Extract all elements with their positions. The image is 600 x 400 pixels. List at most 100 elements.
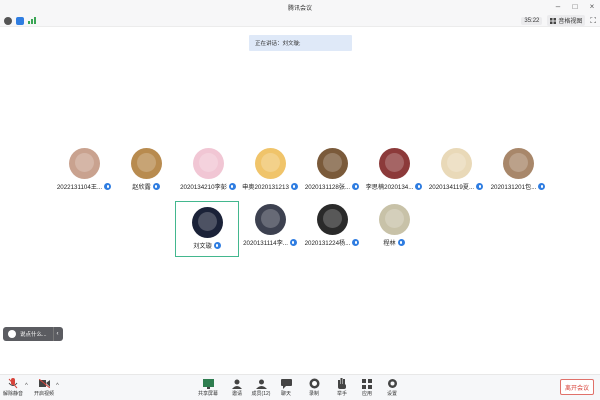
participant-tile[interactable]: 刘文璇 xyxy=(175,201,239,257)
signal-icon[interactable] xyxy=(28,16,36,26)
mic-icon xyxy=(228,183,236,190)
maximize-icon[interactable]: □ xyxy=(571,1,579,13)
start-video-button[interactable]: 开启视频 xyxy=(31,378,57,397)
participant-name: 2020134210李彭 xyxy=(180,184,227,191)
avatar xyxy=(191,207,223,238)
invite-button[interactable]: 邀请 xyxy=(224,378,250,397)
participant-name: 刘文璇 xyxy=(193,243,212,250)
members-icon xyxy=(255,378,267,389)
close-icon[interactable]: × xyxy=(588,1,596,13)
avatar xyxy=(68,148,100,179)
share-screen-icon xyxy=(202,378,214,389)
collapse-chevron-icon[interactable]: ‹ xyxy=(53,327,61,341)
info-icon[interactable] xyxy=(4,17,12,25)
participant-name-row: 2020131224杨... xyxy=(305,238,360,247)
audio-options-chevron-icon[interactable]: ^ xyxy=(25,383,28,389)
avatar xyxy=(378,148,410,179)
gear-icon xyxy=(387,378,398,389)
participant-name-row: 2020131201包... xyxy=(491,182,546,191)
participant-name-row: 李思楠2020134... xyxy=(366,182,423,191)
bottom-toolbar: 解除静音 ^ 开启视频 ^ 共享屏幕 邀请 成员(12) 聊天 录制 举手 应用… xyxy=(0,374,600,400)
participant-tile[interactable]: 李思楠2020134... xyxy=(362,146,426,202)
record-icon xyxy=(309,378,320,389)
chat-placeholder: 说点什么... xyxy=(20,332,47,338)
mic-icon xyxy=(352,183,360,190)
participant-name-row: 2022131104王... xyxy=(56,182,112,191)
window-title: 腾讯会议 xyxy=(287,5,312,12)
participant-name: 2020131114李... xyxy=(243,240,288,247)
members-button[interactable]: 成员(12) xyxy=(248,378,274,397)
participant-name-row: 申奥2020131213 xyxy=(242,182,298,191)
mic-muted-icon xyxy=(8,378,19,389)
participant-name: 2020134119夏... xyxy=(428,184,475,191)
leave-meeting-button[interactable]: 离开会议 xyxy=(559,379,594,395)
avatar xyxy=(192,148,224,179)
avatar xyxy=(440,148,472,179)
avatar xyxy=(378,204,410,235)
participant-name-row: 2020131128张... xyxy=(305,182,360,191)
camera-off-icon xyxy=(38,378,50,389)
window-controls: – □ × xyxy=(554,1,596,13)
avatar xyxy=(254,148,286,179)
mic-icon xyxy=(213,242,221,249)
participant-name: 2020131224杨... xyxy=(304,240,351,247)
mic-icon xyxy=(397,239,405,246)
participant-tile[interactable]: 申奥2020131213 xyxy=(238,146,302,202)
participant-name: 程林 xyxy=(383,240,396,247)
speaking-banner: 正在讲话：刘文璇; xyxy=(249,35,352,51)
avatar xyxy=(316,204,348,235)
view-switch-button[interactable]: 音格视图 xyxy=(547,15,586,26)
participant-tile[interactable]: 2020131128张... xyxy=(300,146,364,202)
grid-icon xyxy=(550,17,557,24)
avatar xyxy=(316,148,348,179)
title-bar: 腾讯会议 – □ × xyxy=(0,0,600,14)
mic-icon xyxy=(290,183,298,190)
mic-icon xyxy=(415,183,423,190)
participant-name-row: 2020134210李彭 xyxy=(180,182,236,191)
settings-button[interactable]: 设置 xyxy=(379,378,405,397)
participant-tile[interactable]: 2020134210李彭 xyxy=(176,146,240,202)
mic-icon xyxy=(538,183,546,190)
chat-quick-input[interactable]: 说点什么... ‹ xyxy=(3,327,63,341)
chat-icon xyxy=(280,378,292,389)
participant-name: 李思楠2020134... xyxy=(365,184,414,191)
participant-name: 2022131104王... xyxy=(56,184,103,191)
meeting-timer: 35:22 xyxy=(521,16,543,25)
apps-icon xyxy=(362,378,373,389)
participant-tile[interactable]: 2020131201包... xyxy=(486,146,550,202)
avatar xyxy=(130,148,162,179)
fullscreen-icon[interactable]: ⛶ xyxy=(590,16,596,26)
participant-tile[interactable]: 2020134119夏... xyxy=(424,146,488,202)
participant-tile[interactable]: 赵欣露 xyxy=(114,146,178,202)
chat-button[interactable]: 聊天 xyxy=(273,378,299,397)
avatar xyxy=(254,204,286,235)
participant-tile[interactable]: 程林 xyxy=(362,202,426,258)
share-screen-button[interactable]: 共享屏幕 xyxy=(195,378,221,397)
raise-hand-button[interactable]: 举手 xyxy=(329,378,355,397)
avatar xyxy=(502,148,534,179)
emoji-icon xyxy=(8,330,16,338)
unmute-button[interactable]: 解除静音 xyxy=(0,378,26,397)
apps-button[interactable]: 应用 xyxy=(354,378,380,397)
participant-name-row: 赵欣露 xyxy=(132,182,160,191)
mic-icon xyxy=(476,183,484,190)
participant-name: 2020131201包... xyxy=(490,184,537,191)
minimize-icon[interactable]: – xyxy=(554,1,562,13)
hand-icon xyxy=(337,378,348,389)
participant-tile[interactable]: 2020131114李... xyxy=(238,202,302,258)
record-button[interactable]: 录制 xyxy=(301,378,327,397)
video-options-chevron-icon[interactable]: ^ xyxy=(56,383,59,389)
participant-tile[interactable]: 2022131104王... xyxy=(52,146,116,202)
invite-icon xyxy=(231,378,243,389)
participant-tile[interactable]: 2020131224杨... xyxy=(300,202,364,258)
mic-icon xyxy=(352,239,360,246)
participant-name-row: 2020131114李... xyxy=(243,238,297,247)
participant-name: 申奥2020131213 xyxy=(242,184,289,191)
mic-icon xyxy=(289,239,297,246)
participant-name: 赵欣露 xyxy=(132,184,151,191)
participant-name-row: 程林 xyxy=(383,238,405,247)
shield-icon[interactable] xyxy=(16,17,24,25)
participant-name-row: 2020134119夏... xyxy=(428,182,484,191)
meeting-info-bar: 35:22 音格视图 ⛶ xyxy=(0,14,600,27)
view-label: 音格视图 xyxy=(558,19,583,25)
